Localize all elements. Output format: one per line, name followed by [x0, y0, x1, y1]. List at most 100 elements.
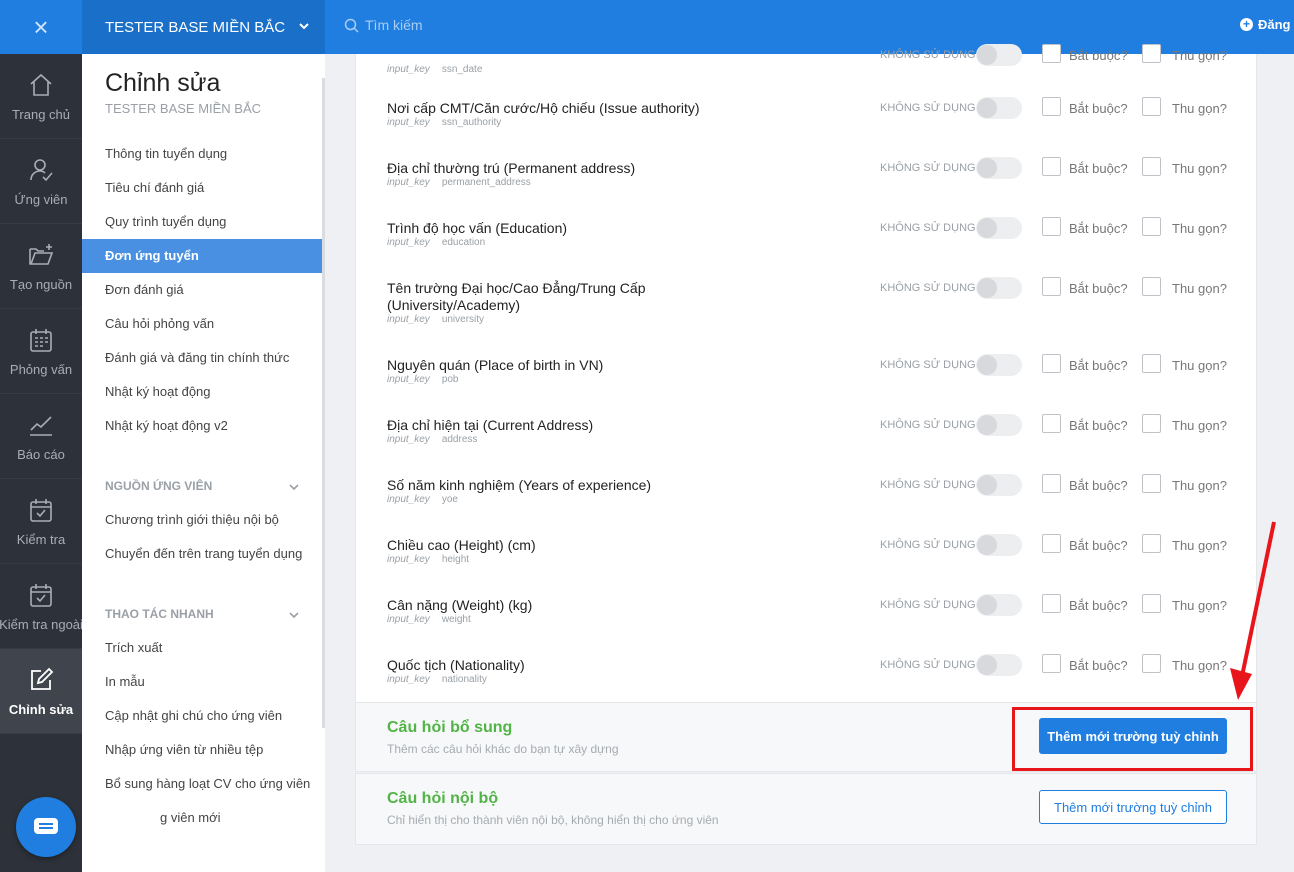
collapse-checkbox[interactable]	[1142, 97, 1161, 116]
menu-item[interactable]: In mẫu	[82, 665, 322, 699]
menu-item[interactable]: Bổ sung hàng loạt CV cho ứng viên	[82, 767, 322, 801]
nav-item-edit[interactable]: Chỉnh sửa	[0, 649, 82, 734]
form-field-row: Nơi cấp CMT/Căn cước/Hộ chiếu (Issue aut…	[356, 97, 1256, 160]
nav-item-home[interactable]: Trang chủ	[0, 54, 82, 139]
close-nav-button[interactable]: ×	[0, 0, 82, 54]
field-status: KHÔNG SỬ DỤNG	[880, 222, 976, 234]
menu-item[interactable]: Tiêu chí đánh giá	[82, 171, 322, 205]
required-checkbox[interactable]	[1042, 474, 1061, 493]
nav-item-tests[interactable]: Kiểm tra	[0, 479, 82, 564]
collapse-checkbox[interactable]	[1142, 594, 1161, 613]
collapse-checkbox[interactable]	[1142, 534, 1161, 553]
menu-item[interactable]: Chuyển đến trên trang tuyển dụng	[82, 537, 322, 571]
menu-item[interactable]: Đánh giá và đăng tin chính thức	[82, 341, 322, 375]
form-field-row: input_key ssn_date KHÔNG SỬ DỤNG Bắt buộc? T…	[356, 44, 1256, 107]
form-field-row: Chiều cao (Height) (cm) input_key height KH…	[356, 534, 1256, 597]
section-subtitle: Thêm các câu hỏi khác do bạn tự xây dựng	[387, 742, 619, 756]
menu-item[interactable]: Trích xuất	[82, 631, 322, 665]
use-toggle[interactable]	[976, 217, 1022, 239]
collapse-checkbox[interactable]	[1142, 157, 1161, 176]
collapse-checkbox[interactable]	[1142, 217, 1161, 236]
menu-group-quick-actions[interactable]: THAO TÁC NHANH	[82, 597, 322, 631]
key-prefix: input_key	[387, 614, 430, 625]
nav-item-external-tests[interactable]: Kiểm tra ngoài	[0, 564, 83, 649]
required-checkbox[interactable]	[1042, 217, 1061, 236]
chevron-down-icon	[299, 23, 309, 30]
org-selector[interactable]: TESTER BASE MIỀN BẮC	[82, 0, 325, 54]
use-toggle[interactable]	[976, 474, 1022, 496]
key-prefix: input_key	[387, 374, 430, 385]
org-name: TESTER BASE MIỀN BẮC	[105, 18, 286, 36]
collapse-checkbox[interactable]	[1142, 44, 1161, 63]
collapse-checkbox[interactable]	[1142, 354, 1161, 373]
required-checkbox[interactable]	[1042, 594, 1061, 613]
collapse-label: Thu gọn?	[1172, 478, 1227, 493]
use-toggle[interactable]	[976, 594, 1022, 616]
menu-item[interactable]: Nhật ký hoạt động	[82, 375, 322, 409]
required-checkbox[interactable]	[1042, 414, 1061, 433]
menu-item[interactable]: Cập nhật ghi chú cho ứng viên	[82, 699, 322, 733]
sidebar-scrollbar[interactable]	[322, 78, 325, 728]
login-button[interactable]: + Đăng t	[1240, 17, 1294, 32]
group-label: NGUỒN ỨNG VIÊN	[105, 479, 213, 493]
top-bar: TESTER BASE MIỀN BẮC Tìm kiếm + Đăng t	[82, 0, 1294, 54]
menu-item-active[interactable]: Đơn ứng tuyển	[82, 239, 322, 273]
use-toggle[interactable]	[976, 414, 1022, 436]
folder-add-icon	[29, 243, 54, 265]
menu-item[interactable]: Nhật ký hoạt động v2	[82, 409, 322, 443]
login-label: Đăng t	[1258, 17, 1294, 32]
collapse-checkbox[interactable]	[1142, 277, 1161, 296]
form-field-row: Địa chỉ hiện tại (Current Address) input_…	[356, 414, 1256, 477]
nav-item-reports[interactable]: Báo cáo	[0, 394, 82, 479]
form-field-row: Số năm kinh nghiệm (Years of experience)…	[356, 474, 1256, 537]
required-checkbox[interactable]	[1042, 654, 1061, 673]
required-checkbox[interactable]	[1042, 157, 1061, 176]
key-value: height	[441, 554, 470, 565]
calendar-check-icon	[30, 583, 52, 607]
use-toggle[interactable]	[976, 97, 1022, 119]
use-toggle[interactable]	[976, 157, 1022, 179]
calendar-check-icon	[30, 498, 52, 522]
menu-group-sources[interactable]: NGUỒN ỨNG VIÊN	[82, 469, 322, 503]
nav-item-sourcing[interactable]: Tạo nguồn	[0, 224, 82, 309]
collapse-checkbox[interactable]	[1142, 654, 1161, 673]
menu-item[interactable]: Thông tin tuyển dụng	[82, 137, 322, 171]
required-label: Bắt buộc?	[1069, 48, 1128, 63]
field-key: input_key permanent_address	[387, 177, 531, 188]
collapse-label: Thu gọn?	[1172, 358, 1227, 373]
field-status: KHÔNG SỬ DỤNG	[880, 102, 976, 114]
field-status: KHÔNG SỬ DỤNG	[880, 359, 976, 371]
use-toggle[interactable]	[976, 277, 1022, 299]
collapse-checkbox[interactable]	[1142, 474, 1161, 493]
search-box[interactable]: Tìm kiếm	[344, 17, 423, 33]
required-checkbox[interactable]	[1042, 97, 1061, 116]
use-toggle[interactable]	[976, 44, 1022, 66]
nav-item-candidates[interactable]: Ứng viên	[0, 139, 82, 224]
key-value: address	[441, 434, 478, 445]
use-toggle[interactable]	[976, 654, 1022, 676]
menu-item[interactable]: Chương trình giới thiệu nội bộ	[82, 503, 322, 537]
menu-item[interactable]: Đơn đánh giá	[82, 273, 322, 307]
menu-item[interactable]: Quy trình tuyển dụng	[82, 205, 322, 239]
field-key: input_key weight	[387, 614, 471, 625]
required-checkbox[interactable]	[1042, 534, 1061, 553]
required-checkbox[interactable]	[1042, 44, 1061, 63]
use-toggle[interactable]	[976, 354, 1022, 376]
menu-item[interactable]: g viên mới	[82, 801, 322, 835]
menu-item[interactable]: Câu hỏi phỏng vấn	[82, 307, 322, 341]
field-label: Nguyên quán (Place of birth in VN)	[387, 357, 604, 373]
use-toggle[interactable]	[976, 534, 1022, 556]
field-key: input_key nationality	[387, 674, 487, 685]
field-status: KHÔNG SỬ DỤNG	[880, 282, 976, 294]
key-prefix: input_key	[387, 177, 430, 188]
field-key: input_key education	[387, 237, 485, 248]
collapse-checkbox[interactable]	[1142, 414, 1161, 433]
nav-item-interview[interactable]: Phỏng vấn	[0, 309, 82, 394]
chat-button[interactable]	[16, 797, 76, 857]
nav-item-label: Phỏng vấn	[9, 361, 73, 377]
add-internal-field-button[interactable]: Thêm mới trường tuỳ chỉnh	[1039, 790, 1227, 824]
menu-item[interactable]: Nhập ứng viên từ nhiều tệp	[82, 733, 322, 767]
required-checkbox[interactable]	[1042, 354, 1061, 373]
required-checkbox[interactable]	[1042, 277, 1061, 296]
required-label: Bắt buộc?	[1069, 101, 1128, 116]
